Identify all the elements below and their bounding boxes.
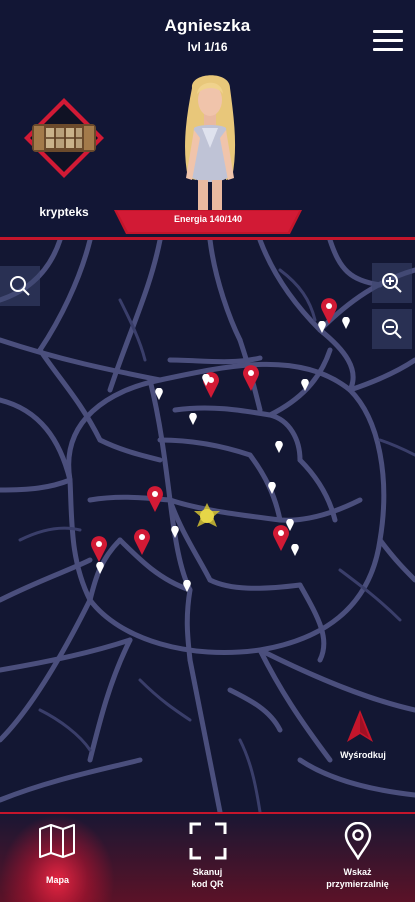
poi-marker-icon[interactable]	[275, 441, 283, 453]
nav-scan-qr-tab[interactable]: Skanuj kod QR	[150, 814, 265, 902]
zoom-out-button[interactable]	[372, 309, 412, 349]
poi-marker-icon[interactable]	[183, 580, 191, 592]
cryptex-item-icon[interactable]	[22, 96, 106, 180]
nav-fitting-room-label-1: Wskaż	[343, 867, 372, 877]
map-pin-icon[interactable]	[147, 486, 163, 512]
poi-marker-icon[interactable]	[202, 374, 210, 386]
energy-label: Energia 140/140	[173, 214, 243, 224]
avatar[interactable]	[172, 68, 248, 213]
poi-marker-icon[interactable]	[268, 482, 276, 494]
poi-marker-icon[interactable]	[301, 379, 309, 391]
player-location-icon	[194, 503, 220, 527]
poi-marker-icon[interactable]	[171, 526, 179, 538]
poi-marker-icon[interactable]	[155, 388, 163, 400]
location-pin-icon	[344, 822, 372, 860]
nav-map-tab[interactable]: Mapa	[0, 814, 115, 902]
cryptex-label: krypteks	[39, 205, 89, 219]
zoom-in-icon	[382, 273, 402, 293]
map-pin-icon[interactable]	[91, 536, 107, 562]
player-level: lvl 1/16	[187, 40, 228, 54]
poi-marker-icon[interactable]	[96, 562, 104, 574]
nav-fitting-room-tab[interactable]: Wskaż przymierzalnię	[300, 814, 415, 902]
city-map[interactable]: Wyśrodkuj	[0, 240, 415, 812]
magnifier-icon	[10, 276, 30, 296]
nav-map-label: Mapa	[45, 875, 69, 885]
nav-scan-qr-label-1: Skanuj	[192, 867, 223, 877]
bottom-navigation: Mapa Skanuj kod QR Wskaż przymierzalnię	[0, 812, 415, 902]
player-name: Agnieszka	[164, 16, 251, 35]
poi-marker-icon[interactable]	[291, 544, 299, 556]
center-map-label: Wyśrodkuj	[340, 750, 386, 760]
zoom-out-icon	[382, 319, 402, 339]
nav-scan-qr-label-2: kod QR	[191, 879, 224, 889]
qr-scan-icon	[189, 822, 227, 860]
navigation-arrow-icon	[347, 710, 373, 742]
poi-marker-icon[interactable]	[318, 321, 326, 333]
map-pin-icon[interactable]	[243, 365, 259, 391]
poi-marker-icon[interactable]	[189, 413, 197, 425]
zoom-in-button[interactable]	[372, 263, 412, 303]
poi-marker-icon[interactable]	[286, 519, 294, 531]
hamburger-menu-icon[interactable]	[373, 30, 403, 52]
map-icon	[39, 824, 75, 858]
poi-marker-icon[interactable]	[342, 317, 350, 329]
profile-header: Agnieszka lvl 1/16 krypteks Energia 140/…	[0, 0, 415, 238]
search-zoom-button[interactable]	[0, 266, 40, 306]
nav-fitting-room-label-2: przymierzalnię	[326, 879, 389, 889]
map-pin-icon[interactable]	[134, 529, 150, 555]
